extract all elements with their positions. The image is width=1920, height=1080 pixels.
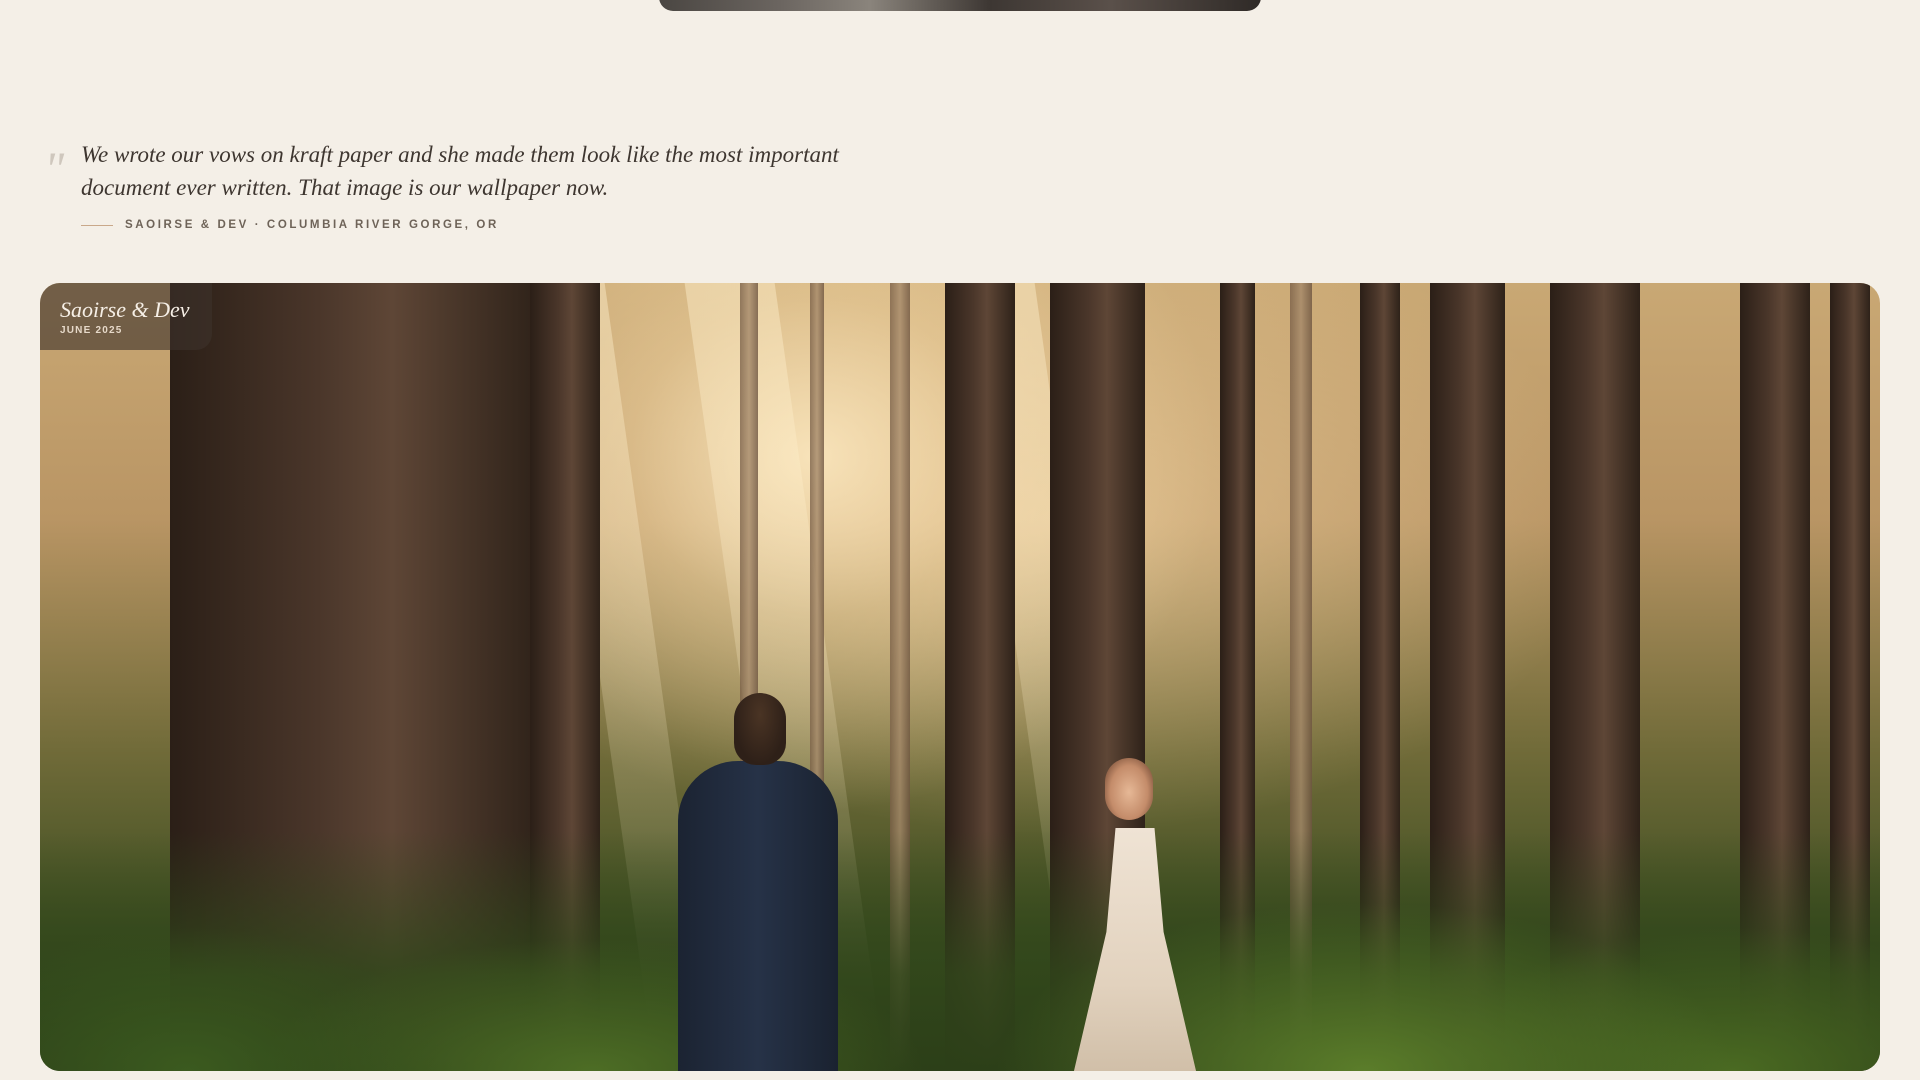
page: " We wrote our vows on kraft paper and s… bbox=[0, 0, 1920, 1080]
testimonial-attribution: SAOIRSE & DEV · COLUMBIA RIVER GORGE, OR bbox=[81, 219, 499, 231]
groom-head bbox=[734, 693, 786, 765]
photo-caption: Saoirse & Dev JUNE 2025 bbox=[40, 283, 212, 350]
fern-undergrowth bbox=[40, 831, 1880, 1071]
attribution-text: SAOIRSE & DEV · COLUMBIA RIVER GORGE, OR bbox=[125, 219, 499, 231]
hero-photo[interactable]: Saoirse & Dev JUNE 2025 bbox=[40, 283, 1880, 1071]
groom-suit bbox=[678, 761, 838, 1071]
bride-head bbox=[1105, 758, 1153, 820]
previous-photo bbox=[659, 0, 1261, 11]
caption-date: JUNE 2025 bbox=[60, 325, 123, 336]
quote-mark-icon: " bbox=[44, 143, 65, 196]
bride-figure bbox=[1060, 758, 1210, 1071]
groom-figure bbox=[638, 693, 878, 1071]
bride-dress bbox=[1070, 828, 1200, 1071]
attribution-divider bbox=[81, 224, 113, 226]
caption-title: Saoirse & Dev bbox=[60, 297, 190, 322]
testimonial-quote: We wrote our vows on kraft paper and she… bbox=[81, 142, 839, 200]
